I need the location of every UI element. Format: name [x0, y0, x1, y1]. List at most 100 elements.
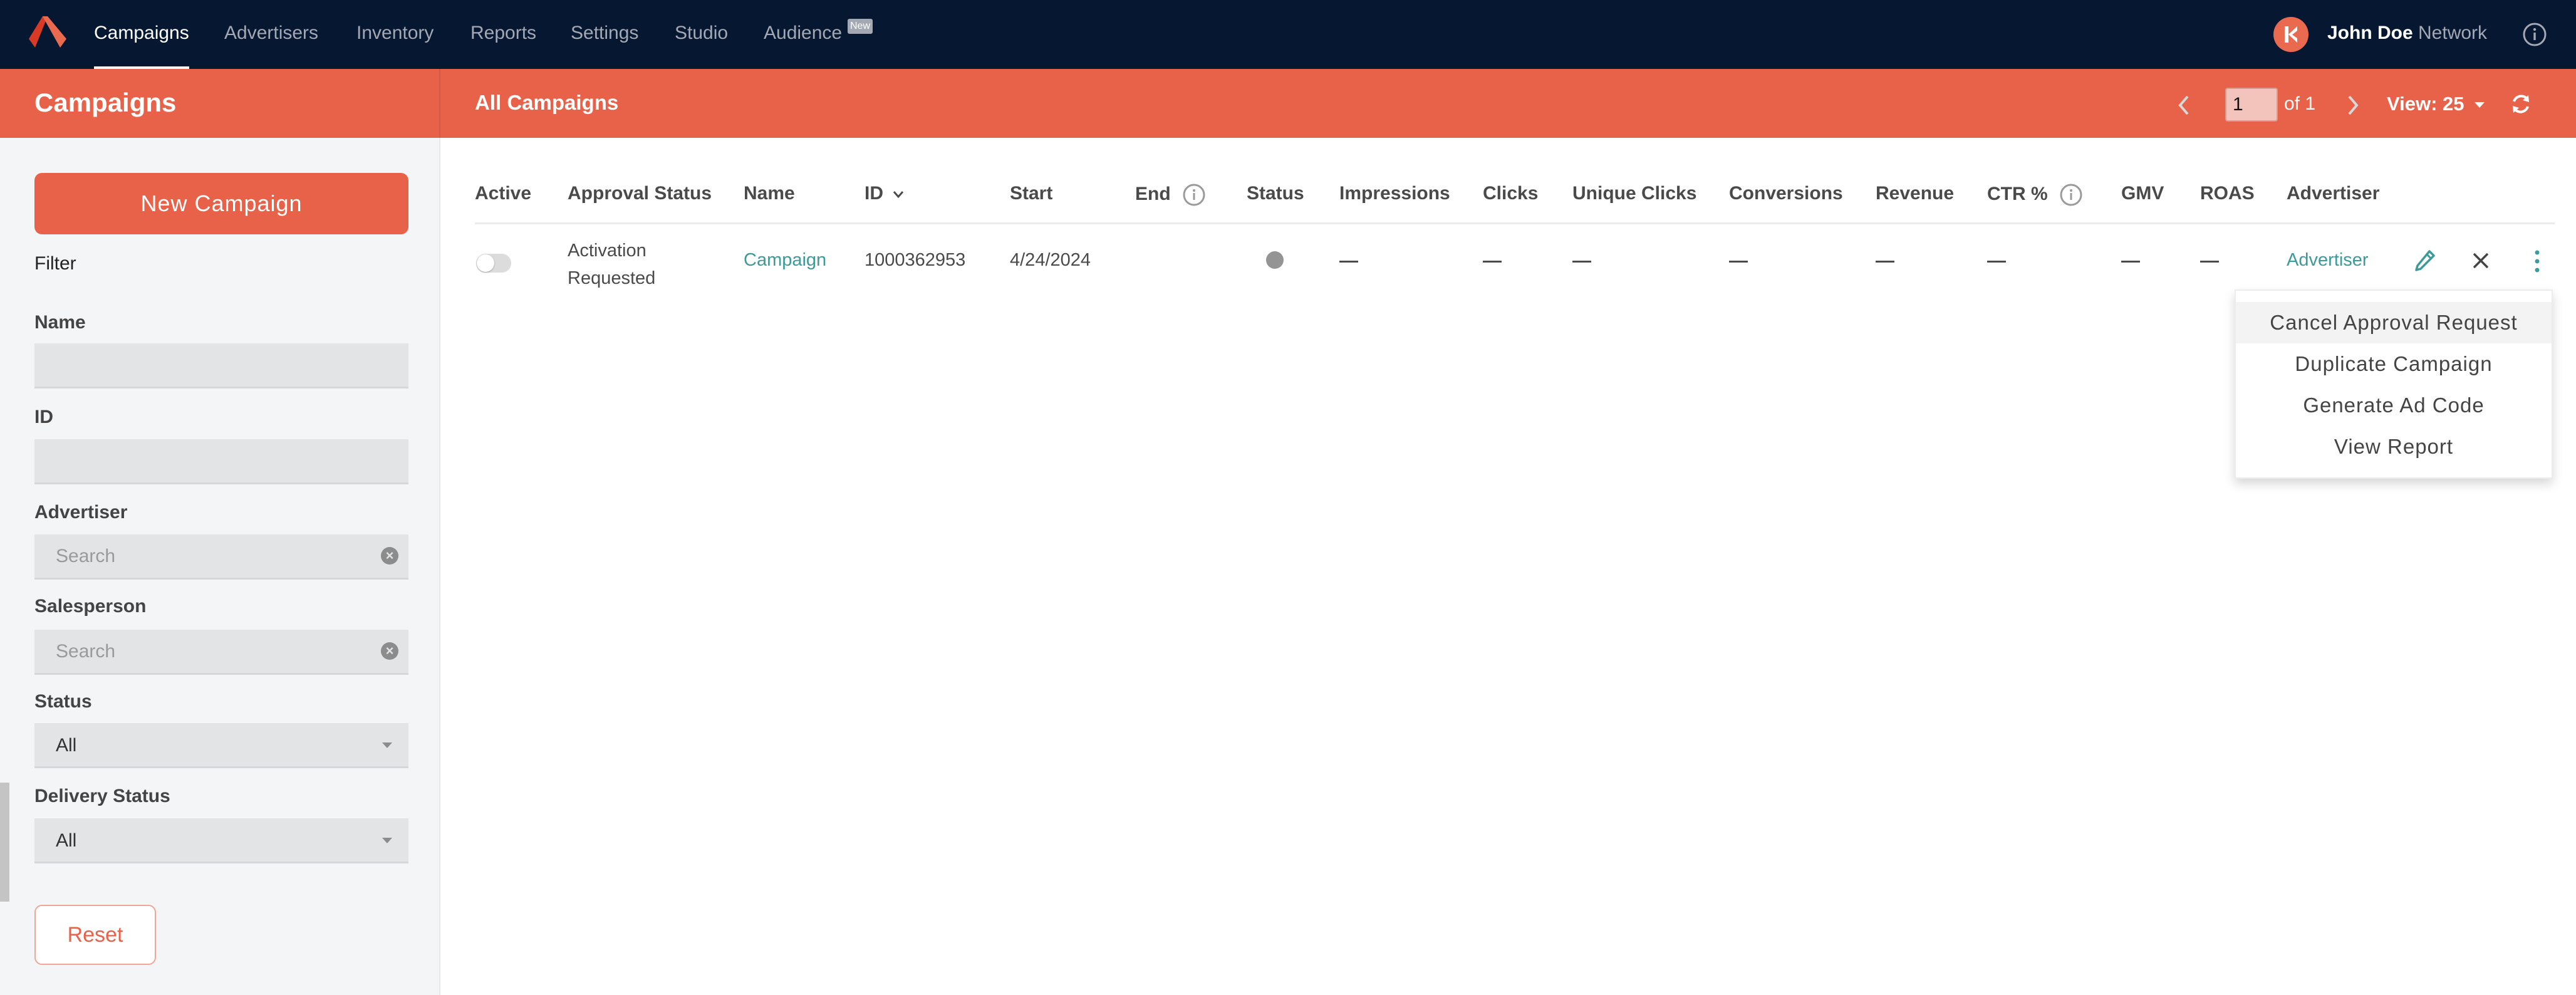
filter-heading: Filter [34, 253, 76, 274]
ctr-cell [1987, 261, 2006, 263]
delivery-status-label: Delivery Status [34, 786, 170, 806]
row-actions-menu: Cancel Approval Request Duplicate Campai… [2235, 289, 2553, 479]
column-header-revenue[interactable]: Revenue [1876, 183, 1954, 204]
user-network: Network [2418, 23, 2488, 43]
id-field[interactable] [34, 439, 408, 484]
view-per-page-dropdown[interactable]: View: 25 [2387, 69, 2485, 139]
clicks-cell [1483, 261, 1502, 263]
status-label: Status [34, 691, 92, 712]
filter-sidebar: New Campaign Filter Name ID Advertiser ×… [0, 138, 440, 995]
more-vertical-icon[interactable] [2533, 249, 2542, 273]
page-count: of 1 [2284, 93, 2316, 114]
chevron-left-icon[interactable] [2175, 94, 2194, 117]
chevron-a-logo-icon[interactable] [29, 16, 66, 48]
column-header-approval-status[interactable]: Approval Status [568, 183, 712, 204]
advertiser-search-input[interactable] [34, 534, 408, 580]
campaign-name-link[interactable]: Campaign [744, 250, 826, 271]
unique-clicks-cell [1572, 261, 1591, 263]
salesperson-label: Salesperson [34, 596, 147, 617]
nav-campaigns[interactable]: Campaigns [94, 0, 189, 69]
delivery-status-select[interactable]: All [34, 818, 408, 863]
start-date-cell: 4/24/2024 [1010, 250, 1091, 270]
sort-descending-icon [893, 191, 904, 199]
avatar[interactable] [2273, 17, 2309, 52]
impressions-cell [1339, 261, 1358, 263]
nav-advertisers[interactable]: Advertisers [224, 0, 318, 69]
gmv-cell [2121, 261, 2140, 263]
status-select-value: All [56, 735, 77, 756]
caret-down-icon [382, 742, 392, 748]
column-header-roas[interactable]: ROAS [2200, 183, 2255, 204]
status-select[interactable]: All [34, 723, 408, 768]
delivery-status-select-value: All [56, 830, 77, 851]
user-account[interactable]: John Doe Network [2327, 0, 2487, 66]
column-header-end[interactable]: End [1135, 183, 1206, 207]
conversions-cell [1729, 261, 1748, 263]
column-header-id-label: ID [865, 183, 883, 204]
active-toggle[interactable] [476, 254, 511, 273]
info-circle-icon[interactable] [2059, 183, 2083, 207]
top-navigation: Campaigns Advertisers Inventory Reports … [0, 0, 2576, 69]
status-indicator [1266, 251, 1284, 269]
chevron-right-icon[interactable] [2343, 94, 2362, 117]
column-header-gmv[interactable]: GMV [2121, 183, 2164, 204]
nav-audience[interactable]: Audience [764, 0, 842, 69]
page-title: All Campaigns [475, 91, 619, 114]
column-header-ctr-label: CTR % [1987, 183, 2048, 204]
roas-cell [2200, 261, 2219, 263]
new-badge: New [848, 19, 873, 34]
approval-status-cell: Activation Requested [568, 237, 655, 292]
campaign-id-cell: 1000362953 [865, 250, 966, 270]
k-logo-icon [2285, 26, 2297, 43]
approval-status-line2: Requested [568, 268, 656, 288]
new-campaign-button[interactable]: New Campaign [34, 173, 408, 234]
advertiser-label: Advertiser [34, 502, 128, 523]
info-circle-icon[interactable] [2522, 22, 2547, 47]
revenue-cell [1876, 261, 1894, 263]
side-panel-tab[interactable] [0, 783, 9, 902]
column-header-start[interactable]: Start [1010, 183, 1052, 204]
menu-item-cancel-approval-request[interactable]: Cancel Approval Request [2236, 302, 2552, 343]
caret-down-icon [2474, 102, 2485, 108]
user-name: John Doe [2327, 23, 2413, 43]
section-header: Campaigns [0, 69, 440, 138]
column-header-end-label: End [1135, 183, 1171, 204]
column-header-unique-clicks[interactable]: Unique Clicks [1572, 183, 1696, 204]
column-header-name[interactable]: Name [744, 183, 795, 204]
column-header-ctr[interactable]: CTR % [1987, 183, 2083, 207]
menu-item-duplicate-campaign[interactable]: Duplicate Campaign [2236, 343, 2552, 385]
section-title: Campaigns [34, 88, 177, 117]
salesperson-search-input[interactable] [34, 630, 408, 675]
page-header-bar: Campaigns All Campaigns of 1 View: 25 [0, 69, 2576, 138]
header-divider [475, 222, 2555, 224]
column-header-clicks[interactable]: Clicks [1483, 183, 1538, 204]
column-header-status[interactable]: Status [1247, 183, 1304, 204]
clear-salesperson-icon[interactable]: × [381, 642, 398, 660]
nav-inventory[interactable]: Inventory [356, 0, 434, 69]
menu-item-view-report[interactable]: View Report [2236, 426, 2552, 467]
page-number-input[interactable] [2225, 88, 2278, 122]
nav-reports[interactable]: Reports [470, 0, 536, 69]
column-header-id[interactable]: ID [865, 183, 905, 204]
id-label: ID [34, 407, 53, 427]
reset-button[interactable]: Reset [34, 905, 156, 965]
column-header-active[interactable]: Active [475, 183, 531, 204]
refresh-icon[interactable] [2510, 93, 2532, 115]
column-header-impressions[interactable]: Impressions [1339, 183, 1450, 204]
advertiser-link[interactable]: Advertiser [2287, 250, 2369, 271]
caret-down-icon [382, 838, 392, 843]
nav-studio[interactable]: Studio [675, 0, 728, 69]
nav-settings[interactable]: Settings [571, 0, 638, 69]
name-label: Name [34, 312, 86, 333]
close-icon[interactable] [2471, 251, 2490, 270]
view-label: View: 25 [2387, 93, 2464, 115]
approval-status-line1: Activation [568, 241, 647, 261]
toggle-knob [477, 254, 494, 272]
info-circle-icon[interactable] [1182, 183, 1206, 207]
clear-advertiser-icon[interactable]: × [381, 547, 398, 565]
pencil-edit-icon[interactable] [2414, 249, 2436, 272]
name-field[interactable] [34, 343, 408, 388]
column-header-advertiser[interactable]: Advertiser [2287, 183, 2379, 204]
menu-item-generate-ad-code[interactable]: Generate Ad Code [2236, 385, 2552, 426]
column-header-conversions[interactable]: Conversions [1729, 183, 1843, 204]
